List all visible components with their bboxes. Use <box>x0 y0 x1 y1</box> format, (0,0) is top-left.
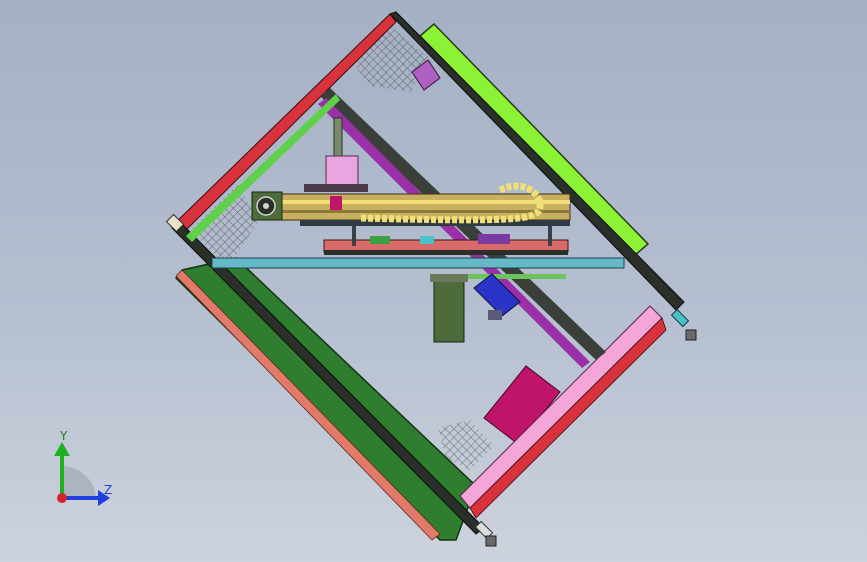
carriage-module-pink[interactable] <box>325 155 359 187</box>
frame-edge-bottom-left[interactable] <box>171 221 485 535</box>
servo-motor-lower[interactable] <box>433 277 465 343</box>
fixture-rail-dark <box>324 250 568 255</box>
fixture-post-right <box>548 226 552 246</box>
machine-assembly[interactable] <box>165 11 697 547</box>
linear-module-stripe <box>282 200 570 204</box>
fixture-post-left <box>352 226 356 246</box>
carriage-slider-magenta <box>330 196 342 210</box>
motor-connector <box>488 310 502 320</box>
cross-rail-teal[interactable] <box>211 257 625 269</box>
fixture-block-green <box>370 236 390 244</box>
triad-plane-shadow <box>62 466 96 500</box>
carriage-plate <box>304 184 368 192</box>
leveling-foot-right[interactable] <box>670 308 697 341</box>
frame-edge-bottom-left-salmon <box>175 269 441 541</box>
side-panel-green[interactable] <box>175 257 477 541</box>
triad-z-label: Z <box>104 483 112 497</box>
orientation-triad[interactable]: Y Z <box>40 430 130 520</box>
fixture-block-cyan <box>420 236 434 244</box>
fixture-block-purple <box>478 234 510 244</box>
leveling-foot-bottom[interactable] <box>474 520 497 547</box>
x-axis-dot-icon <box>57 493 67 503</box>
cad-viewport[interactable] <box>0 0 867 562</box>
servo-motor-cap <box>430 274 468 282</box>
triad-y-label: Y <box>59 430 68 443</box>
linear-module-stripe-2 <box>282 210 570 213</box>
gear-hub-icon <box>263 203 269 209</box>
y-axis-arrow-icon <box>54 442 70 456</box>
